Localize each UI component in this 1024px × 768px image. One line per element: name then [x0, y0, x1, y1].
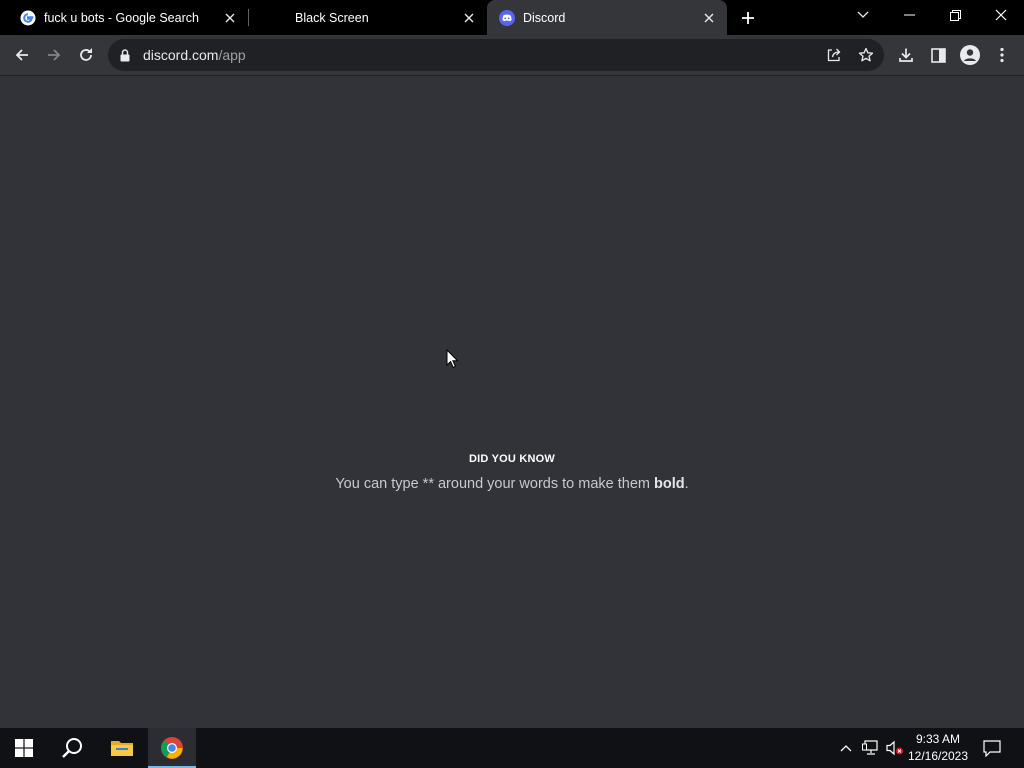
- volume-muted-icon: [886, 740, 903, 756]
- google-icon: [20, 10, 36, 26]
- chevron-down-icon: [857, 11, 869, 18]
- menu-button[interactable]: [988, 41, 1016, 69]
- tab-google-search[interactable]: fuck u bots - Google Search: [8, 0, 248, 35]
- address-bar[interactable]: discord.com/app: [108, 39, 884, 71]
- close-window-button[interactable]: [978, 0, 1024, 30]
- chevron-up-icon: [840, 745, 852, 752]
- tip-heading: DID YOU KNOW: [469, 453, 555, 465]
- taskbar-search-button[interactable]: [48, 728, 96, 768]
- tab-strip: fuck u bots - Google Search Black Screen…: [0, 0, 1024, 35]
- lock-icon[interactable]: [120, 48, 134, 62]
- profile-button[interactable]: [956, 41, 984, 69]
- clock-time: 9:33 AM: [915, 732, 961, 746]
- restore-button[interactable]: [932, 0, 978, 30]
- tab-title: Discord: [523, 10, 566, 25]
- search-icon: [62, 738, 82, 758]
- reload-icon: [80, 48, 92, 61]
- side-panel-icon: [930, 47, 946, 63]
- start-icon: [15, 739, 33, 757]
- tab-search-button[interactable]: [840, 0, 886, 30]
- share-icon[interactable]: [820, 41, 848, 69]
- notification-icon: [983, 739, 1001, 757]
- show-hidden-icons-button[interactable]: [836, 728, 856, 768]
- close-icon: [995, 9, 1007, 21]
- downloads-button[interactable]: [892, 41, 920, 69]
- star-icon[interactable]: [852, 41, 880, 69]
- url-path: /app: [218, 47, 246, 63]
- tip-text: You can type ** around your words to mak…: [312, 474, 712, 494]
- url-text: discord.com/app: [143, 47, 246, 63]
- file-explorer-icon: [111, 741, 133, 756]
- discord-loading-page: DID YOU KNOW You can type ** around your…: [0, 77, 1024, 727]
- chrome-icon: [161, 737, 183, 759]
- tab-title: fuck u bots - Google Search: [44, 10, 199, 25]
- url-domain: discord.com: [143, 47, 219, 63]
- tip-text-after: .: [684, 476, 689, 492]
- close-icon[interactable]: [461, 10, 477, 26]
- network-button[interactable]: [860, 728, 882, 768]
- minimize-button[interactable]: [886, 0, 932, 30]
- discord-icon: [499, 9, 515, 26]
- forward-button[interactable]: [40, 41, 68, 69]
- browser-toolbar: discord.com/app: [0, 35, 1024, 76]
- tab-discord[interactable]: Discord: [487, 0, 727, 35]
- loading-tip: DID YOU KNOW You can type ** around your…: [312, 453, 712, 494]
- restore-icon: [949, 9, 961, 21]
- download-icon: [899, 48, 913, 62]
- action-center-button[interactable]: [978, 728, 1006, 768]
- file-explorer-button[interactable]: [98, 728, 146, 768]
- minimize-icon: [903, 14, 915, 16]
- plus-icon: [742, 12, 754, 24]
- close-icon[interactable]: [222, 10, 238, 26]
- close-icon[interactable]: [701, 10, 717, 26]
- chrome-taskbar-button[interactable]: [148, 728, 196, 768]
- side-panel-button[interactable]: [924, 41, 952, 69]
- tip-text-bold: bold: [654, 476, 685, 492]
- start-button[interactable]: [0, 728, 48, 768]
- new-tab-button[interactable]: [736, 6, 760, 30]
- back-button[interactable]: [8, 41, 36, 69]
- tab-title: Black Screen: [295, 10, 369, 25]
- windows-taskbar: 9:33 AM 12/16/2023: [0, 728, 1024, 768]
- clock-date: 12/16/2023: [907, 749, 969, 763]
- tab-black-screen[interactable]: Black Screen: [249, 0, 487, 35]
- tip-text-before: You can type ** around your words to mak…: [335, 476, 654, 492]
- network-icon: [862, 740, 878, 755]
- avatar-icon: [960, 45, 980, 65]
- reload-button[interactable]: [72, 41, 100, 69]
- more-vertical-icon: [1000, 47, 1004, 63]
- taskbar-clock[interactable]: 9:33 AM 12/16/2023: [904, 731, 972, 765]
- mouse-cursor-icon: [446, 349, 458, 369]
- volume-button[interactable]: [884, 728, 906, 768]
- arrow-right-icon: [48, 49, 61, 61]
- blank-favicon-icon: [261, 10, 273, 26]
- arrow-left-icon: [15, 49, 28, 61]
